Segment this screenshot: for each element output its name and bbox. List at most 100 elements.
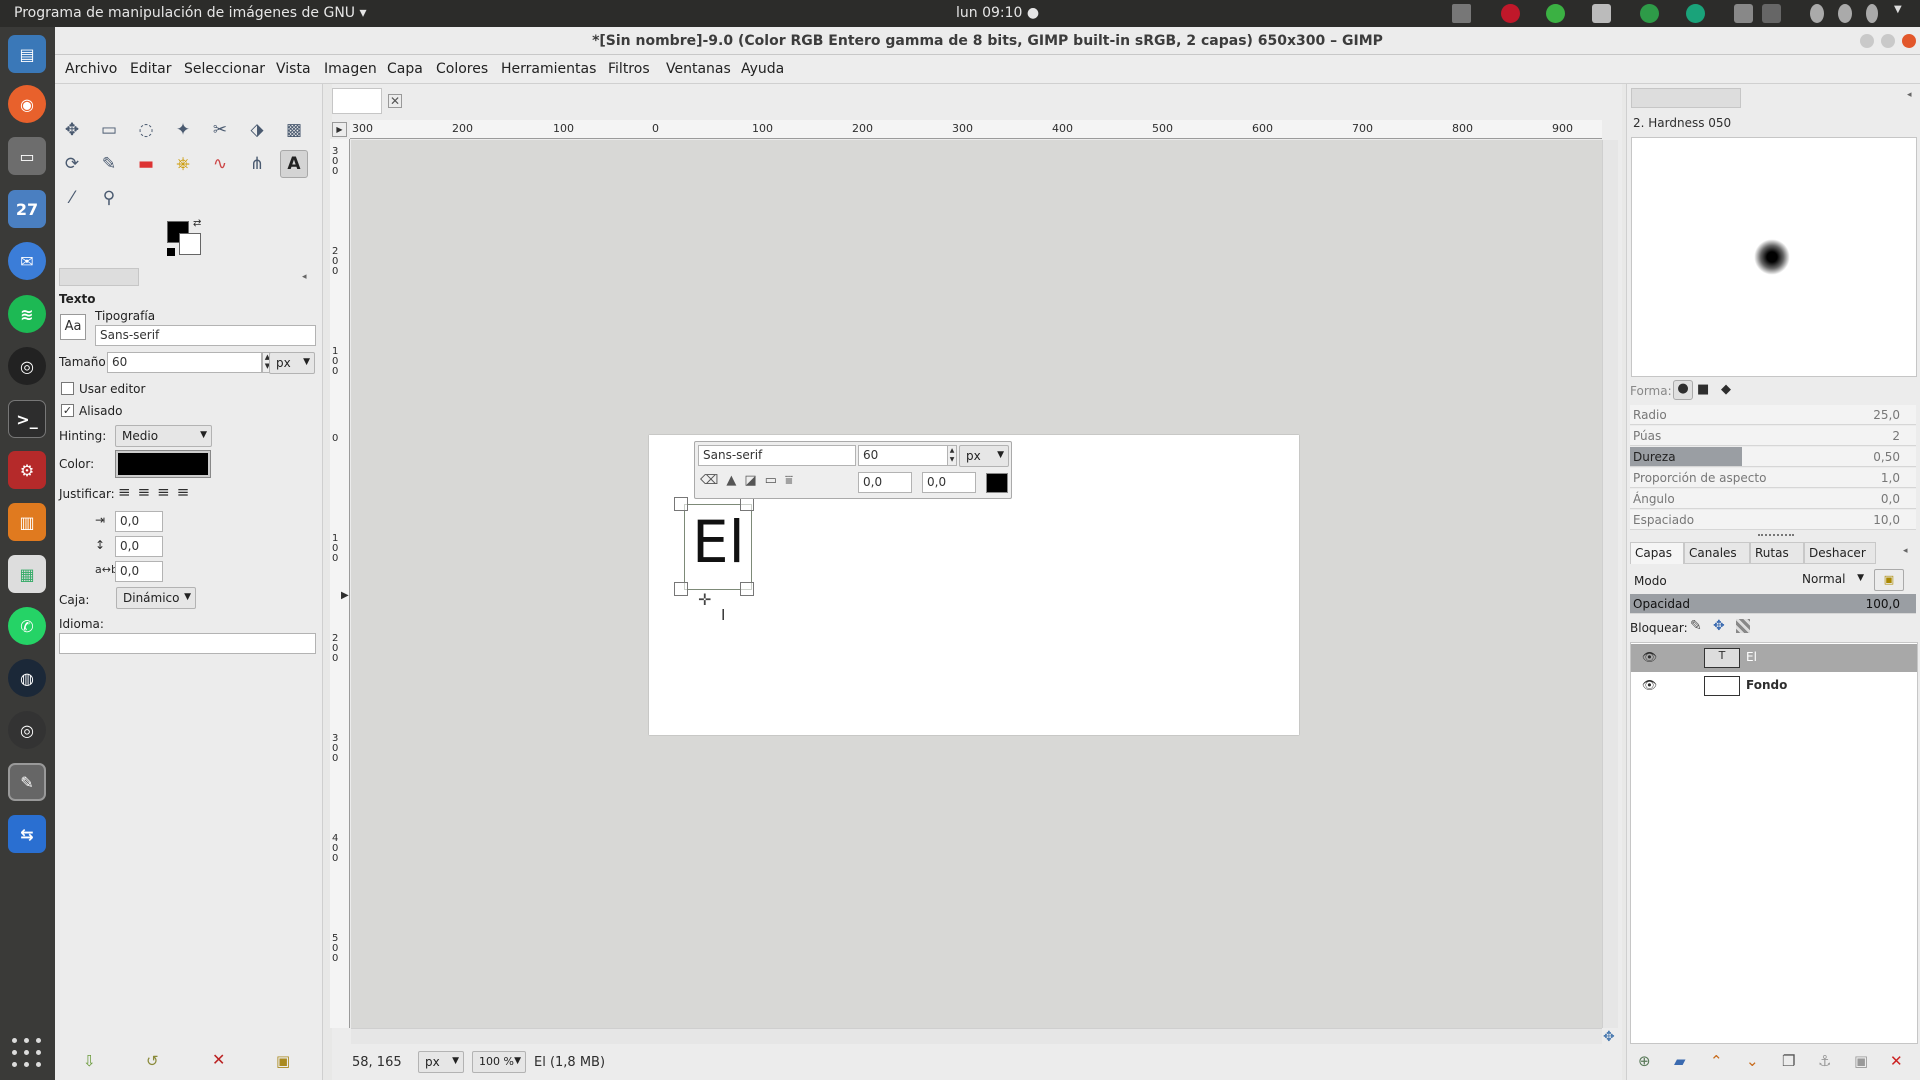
battery-icon[interactable] xyxy=(1866,4,1878,23)
menu-colores[interactable]: Colores xyxy=(436,61,488,77)
text-style-buttons[interactable]: ⌫▲◪▭⩸ xyxy=(700,473,801,488)
screen-icon[interactable] xyxy=(1452,4,1471,23)
font-field[interactable]: Sans-serif xyxy=(95,325,316,346)
steam-icon[interactable]: ◍ xyxy=(8,659,46,697)
close-tab-icon[interactable]: ✕ xyxy=(388,94,402,108)
volume-icon[interactable] xyxy=(1838,4,1852,23)
navigate-icon[interactable]: ✥ xyxy=(1603,1029,1615,1045)
fuzzy-select-tool-icon[interactable]: ✦ xyxy=(169,116,197,144)
line-spacing-field[interactable]: 0,0 xyxy=(115,536,163,557)
resize-handle-bottom-right[interactable] xyxy=(740,582,754,596)
tab-deshacer[interactable]: Deshacer xyxy=(1804,542,1876,564)
lock-alpha-icon[interactable] xyxy=(1736,619,1750,633)
hinting-dropdown[interactable]: Medio xyxy=(115,425,212,447)
menu-imagen[interactable]: Imagen xyxy=(324,61,377,77)
toolbar-font-field[interactable]: Sans-serif xyxy=(698,445,856,466)
notes-icon[interactable] xyxy=(1762,4,1781,23)
delete-options-icon[interactable]: ✕ xyxy=(212,1050,225,1069)
window-titlebar[interactable]: *[Sin nombre]-9.0 (Color RGB Entero gamm… xyxy=(55,27,1920,55)
box-dropdown[interactable]: Dinámico xyxy=(116,587,196,609)
reset-options-icon[interactable]: ▣ xyxy=(276,1052,290,1070)
vertical-scrollbar[interactable] xyxy=(1602,140,1618,1028)
color-picker-tool-icon[interactable]: ⁄ xyxy=(58,184,86,212)
toolbar-unit-dropdown[interactable]: px xyxy=(959,445,1009,467)
layer-row-el[interactable]: 👁 T El xyxy=(1631,644,1917,672)
layer-name[interactable]: Fondo xyxy=(1746,678,1787,692)
paths-tool-icon[interactable]: ⋔ xyxy=(243,150,271,178)
language-field[interactable] xyxy=(59,633,316,654)
smudge-tool-icon[interactable]: ∿ xyxy=(206,150,234,178)
swap-colors-icon[interactable]: ⇄ xyxy=(193,218,201,229)
menu-editar[interactable]: Editar xyxy=(130,61,171,77)
resize-handle-top-right[interactable] xyxy=(740,497,754,511)
delete-layer-icon[interactable]: ✕ xyxy=(1890,1052,1903,1070)
tab-rutas[interactable]: Rutas xyxy=(1750,542,1804,564)
brushes-tab-strip[interactable] xyxy=(1631,88,1741,108)
menu-ventanas[interactable]: Ventanas xyxy=(666,61,731,77)
app-menu[interactable]: Programa de manipulación de imágenes de … xyxy=(14,5,367,21)
settings-gear-icon[interactable]: ⚙ xyxy=(8,451,46,489)
tab-capas[interactable]: Capas xyxy=(1630,542,1684,564)
antialias-checkbox[interactable]: ✓ xyxy=(61,404,74,417)
crop-tool-icon[interactable]: ✂ xyxy=(206,116,234,144)
resize-handle-bottom-left[interactable] xyxy=(674,582,688,596)
menu-filtros[interactable]: Filtros xyxy=(608,61,650,77)
letter-spacing-field[interactable]: 0,0 xyxy=(115,561,163,582)
unit-dropdown[interactable]: px xyxy=(418,1051,464,1073)
menu-herramientas[interactable]: Herramientas xyxy=(501,61,596,77)
eraser-tool-icon[interactable]: ▬ xyxy=(132,150,160,178)
panel-menu-icon[interactable]: ◂ xyxy=(1907,90,1912,100)
visibility-eye-icon[interactable]: 👁 xyxy=(1642,650,1657,664)
duplicate-layer-icon[interactable]: ❐ xyxy=(1782,1052,1795,1070)
new-layer-icon[interactable]: ⊕ xyxy=(1638,1052,1651,1070)
size-field[interactable]: 60 xyxy=(107,352,262,373)
layer-name[interactable]: El xyxy=(1746,650,1757,664)
font-icon[interactable]: Aa xyxy=(60,314,86,340)
gimp-icon[interactable]: ✎ xyxy=(8,763,46,801)
chrome-icon[interactable]: ◎ xyxy=(8,711,46,749)
vertical-ruler[interactable]: 3 0 0 2 0 0 1 0 0 0 1 0 0 2 0 0 3 0 0 4 … xyxy=(330,139,350,1028)
menu-vista[interactable]: Vista xyxy=(276,61,311,77)
text-color-button[interactable] xyxy=(115,450,211,478)
shape-diamond-button[interactable]: ◆ xyxy=(1721,382,1731,397)
text-tool-icon[interactable]: A xyxy=(280,150,308,178)
horizontal-scrollbar[interactable] xyxy=(351,1028,1602,1044)
lower-layer-icon[interactable]: ⌄ xyxy=(1746,1052,1759,1070)
resize-handle-top-left[interactable] xyxy=(674,497,688,511)
transform-tool-icon[interactable]: ⬗ xyxy=(243,116,271,144)
background-color-swatch[interactable] xyxy=(179,233,201,255)
spikes-slider[interactable]: Púas 2 xyxy=(1630,426,1916,446)
toolbar-color-button[interactable] xyxy=(986,473,1008,493)
tool-options-tabs[interactable] xyxy=(59,268,139,286)
panel-menu-icon[interactable]: ◂ xyxy=(302,272,307,282)
aspect-ratio-slider[interactable]: Proporción de aspecto 1,0 xyxy=(1630,468,1916,488)
angle-slider[interactable]: Ángulo 0,0 xyxy=(1630,489,1916,509)
wifi-icon[interactable] xyxy=(1810,4,1824,23)
new-group-icon[interactable]: ▰ xyxy=(1674,1052,1686,1070)
lock-position-icon[interactable]: ✥ xyxy=(1713,618,1725,634)
lasso-tool-icon[interactable]: ◌ xyxy=(132,116,160,144)
reset-colors-icon[interactable] xyxy=(167,248,175,256)
keyboard-layout-icon[interactable] xyxy=(1734,4,1753,23)
side-collapse-arrow-icon[interactable]: ▶ xyxy=(341,590,349,601)
image-menu-button[interactable]: ▶ xyxy=(332,122,347,137)
warp-tool-icon[interactable]: ⟳ xyxy=(58,150,86,178)
thunderbird-icon[interactable]: ✉ xyxy=(8,242,46,280)
layer-mode-dropdown[interactable]: Normal xyxy=(1796,569,1868,591)
document-viewer-icon[interactable]: ▦ xyxy=(8,555,46,593)
files-doc-icon[interactable]: ▤ xyxy=(8,35,46,73)
spacing-slider[interactable]: Espaciado 10,0 xyxy=(1630,510,1916,530)
move-tool-icon[interactable]: ✥ xyxy=(58,116,86,144)
clock[interactable]: lun 09:10 ● xyxy=(956,5,1039,21)
shape-square-button[interactable]: ■ xyxy=(1697,382,1709,397)
lock-pixels-icon[interactable]: ✎ xyxy=(1690,618,1702,634)
use-editor-checkbox[interactable] xyxy=(61,382,74,395)
anchor-layer-icon[interactable]: ⚓ xyxy=(1818,1052,1831,1070)
show-apps-grid-icon[interactable] xyxy=(12,1038,42,1068)
shape-circle-button[interactable]: ● xyxy=(1673,380,1693,400)
panel-separator-handle[interactable] xyxy=(1758,534,1794,536)
whatsapp-icon[interactable]: ✆ xyxy=(8,607,46,645)
menu-archivo[interactable]: Archivo xyxy=(65,61,117,77)
indent-field[interactable]: 0,0 xyxy=(115,511,163,532)
restore-options-icon[interactable]: ↺ xyxy=(146,1052,159,1070)
